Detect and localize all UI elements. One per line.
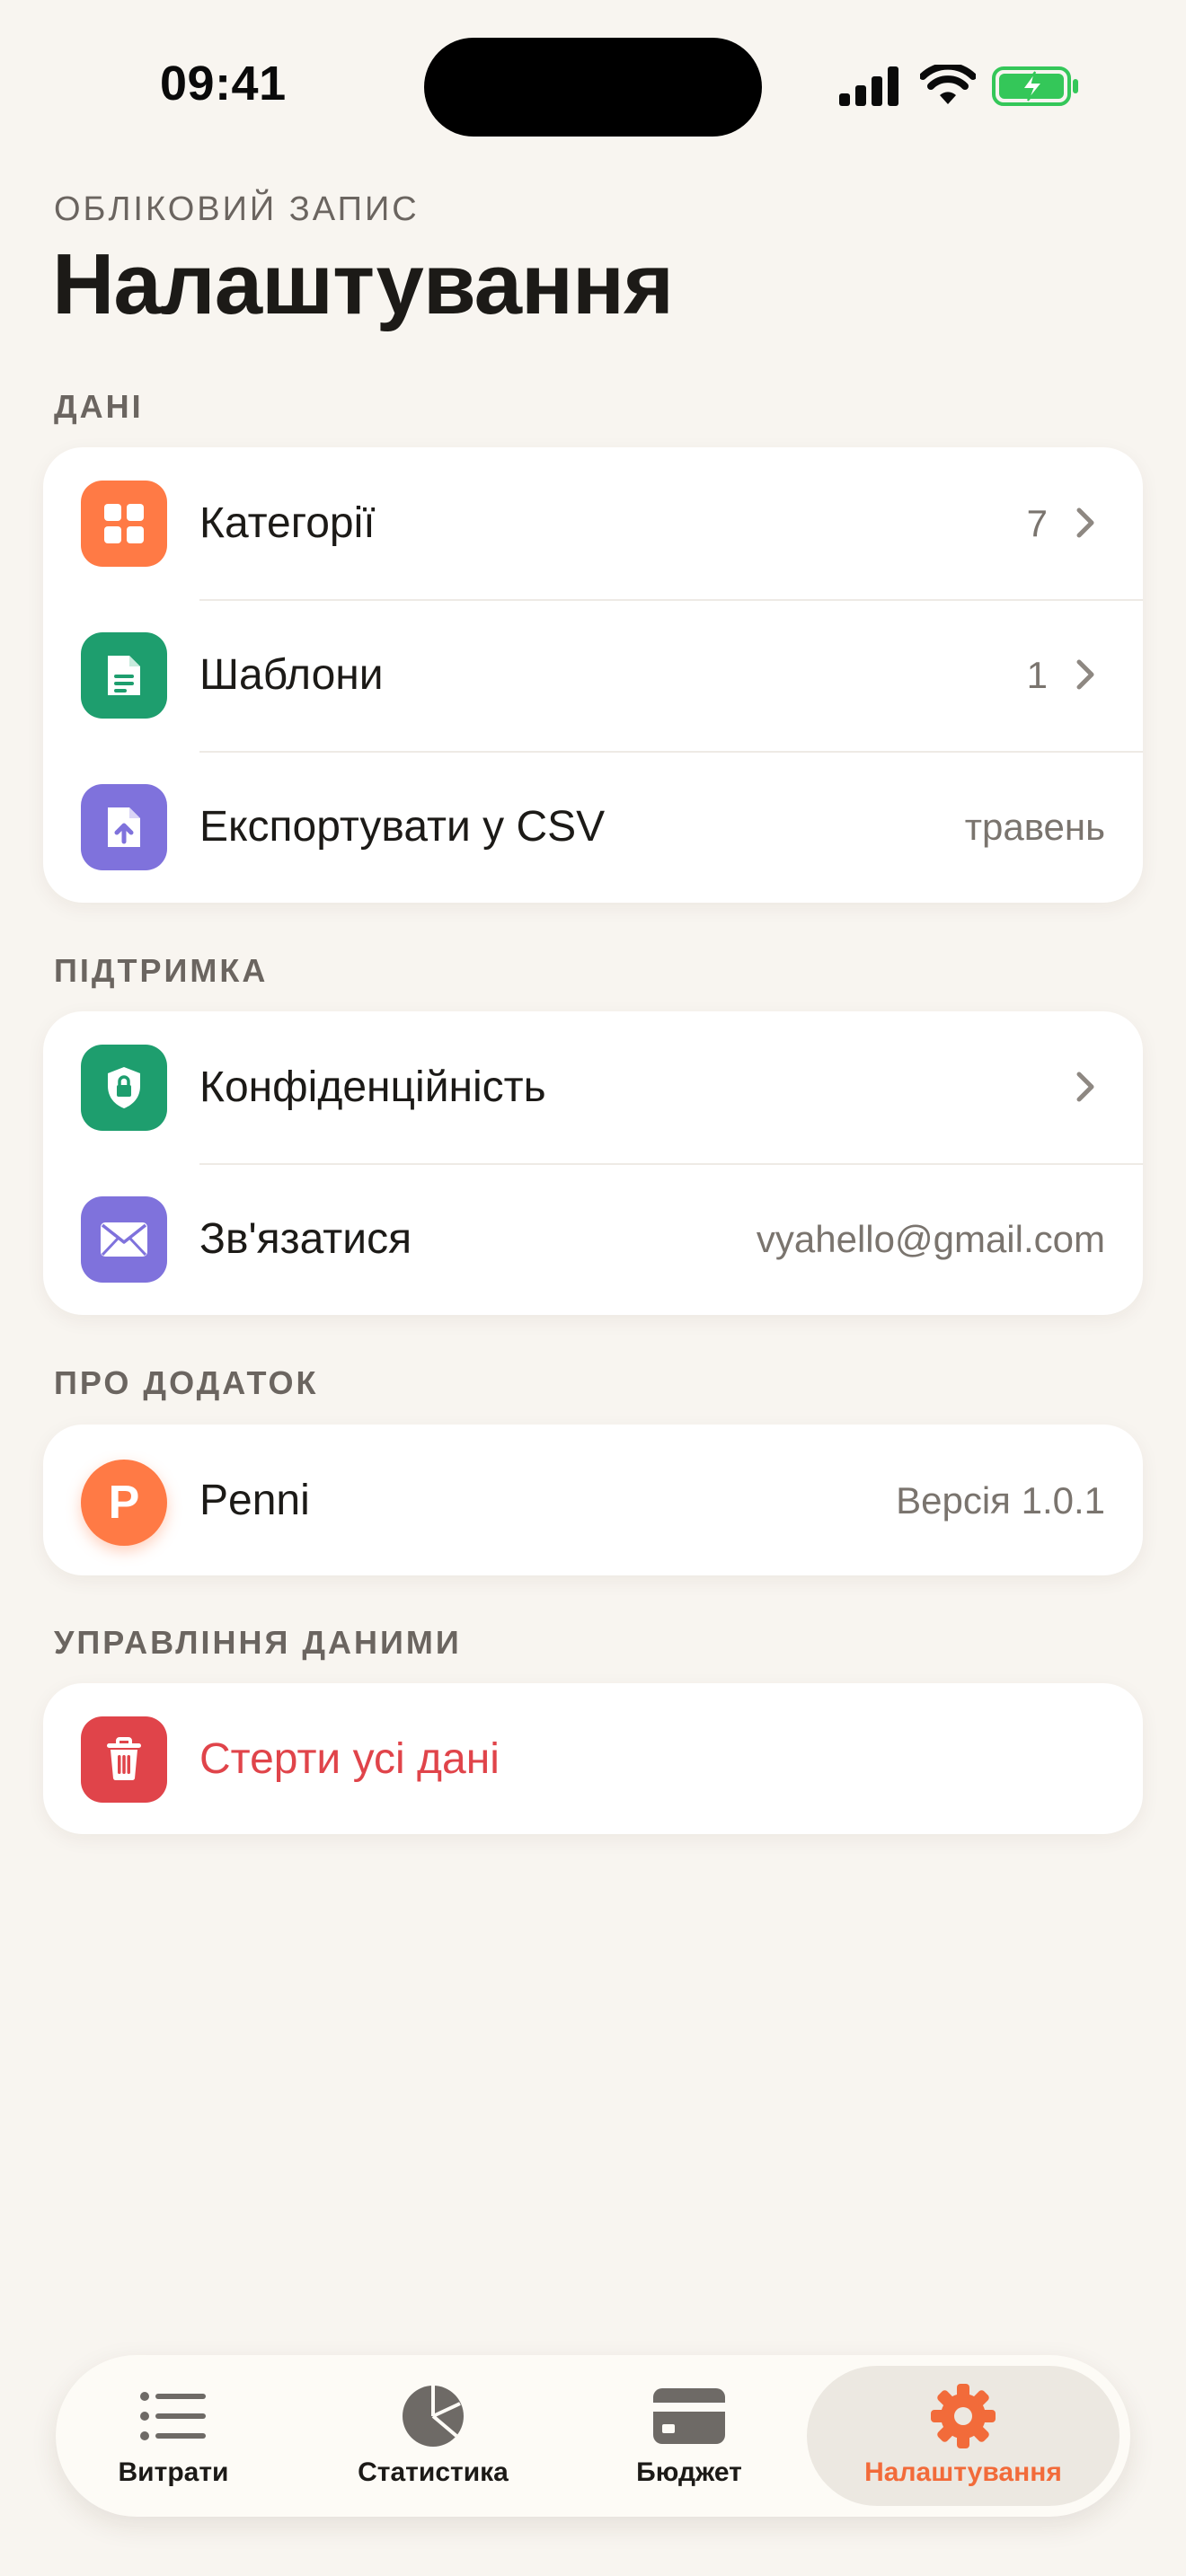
categories-label: Категорії <box>199 499 376 547</box>
status-time: 09:41 <box>160 57 287 110</box>
account-eyebrow: ОБЛІКОВИЙ ЗАПИС <box>54 190 420 228</box>
chevron-right-icon <box>1066 1067 1105 1107</box>
data-management-card: Стерти усі дані <box>43 1683 1143 1834</box>
support-card: Конфіденційність Зв'язатися vyahello@gma… <box>43 1011 1143 1315</box>
wifi-icon <box>920 65 976 104</box>
tab-bar: Витрати Статистика Бюджет Налаштування <box>56 2355 1130 2517</box>
tab-budget[interactable]: Бюджет <box>593 2355 785 2517</box>
contact-email[interactable]: vyahello@gmail.com <box>757 1163 1105 1315</box>
export-period-value: травень <box>964 806 1105 848</box>
penni-logo: P <box>81 1460 167 1546</box>
gear-icon <box>929 2384 997 2448</box>
chevron-right-icon <box>1066 503 1105 543</box>
templates-label: Шаблони <box>199 651 384 699</box>
tab-statistics-label: Статистика <box>358 2457 509 2487</box>
app-name: Penni <box>199 1477 310 1524</box>
dynamic-island <box>424 38 762 137</box>
tab-statistics[interactable]: Статистика <box>325 2355 541 2517</box>
app-version: Версія 1.0.1 <box>896 1479 1105 1522</box>
file-upload-icon <box>81 784 167 870</box>
section-label-support: ПІДТРИМКА <box>54 952 269 989</box>
cellular-signal-icon <box>839 66 898 106</box>
settings-screen: 09:41 ОБЛІКОВИЙ ЗАПИС Налаштування ДАНІ <box>0 0 1186 2576</box>
data-card: Категорії 7 Шаблони 1 Експортувати у CSV… <box>43 447 1143 903</box>
contact-label: Зв'язатися <box>199 1215 412 1263</box>
document-icon <box>81 632 167 719</box>
erase-all-data-label: Стерти усі дані <box>199 1735 500 1783</box>
contact-row[interactable]: Зв'язатися vyahello@gmail.com <box>43 1163 1143 1315</box>
envelope-icon <box>81 1196 167 1283</box>
section-label-about: ПРО ДОДАТОК <box>54 1364 319 1401</box>
page-title: Налаштування <box>52 236 674 332</box>
chevron-right-icon <box>1066 655 1105 694</box>
app-info-row: P Penni Версія 1.0.1 <box>43 1425 1143 1575</box>
pie-chart-icon <box>401 2384 465 2448</box>
section-label-data: ДАНІ <box>54 388 144 425</box>
tab-expenses-label: Витрати <box>118 2457 229 2487</box>
tab-expenses[interactable]: Витрати <box>77 2355 270 2517</box>
section-label-data-management: УПРАВЛІННЯ ДАНИМИ <box>54 1624 462 1661</box>
grid-icon <box>81 481 167 567</box>
about-card: P Penni Версія 1.0.1 <box>43 1425 1143 1575</box>
tab-settings-label: Налаштування <box>864 2457 1062 2487</box>
wallet-card-icon <box>653 2384 725 2448</box>
privacy-label: Конфіденційність <box>199 1063 546 1111</box>
templates-count: 1 <box>1026 654 1048 696</box>
battery-charging-icon <box>992 66 1078 106</box>
categories-row[interactable]: Категорії 7 <box>43 447 1143 599</box>
tab-settings[interactable]: Налаштування <box>807 2366 1120 2506</box>
trash-icon <box>81 1716 167 1803</box>
export-csv-row[interactable]: Експортувати у CSV травень <box>43 751 1143 903</box>
list-icon <box>139 2384 208 2448</box>
tab-budget-label: Бюджет <box>636 2457 742 2487</box>
privacy-row[interactable]: Конфіденційність <box>43 1011 1143 1163</box>
shield-lock-icon <box>81 1045 167 1131</box>
export-csv-label: Експортувати у CSV <box>199 803 606 851</box>
categories-count: 7 <box>1026 502 1048 544</box>
templates-row[interactable]: Шаблони 1 <box>43 599 1143 751</box>
erase-all-data-row[interactable]: Стерти усі дані <box>43 1683 1143 1834</box>
